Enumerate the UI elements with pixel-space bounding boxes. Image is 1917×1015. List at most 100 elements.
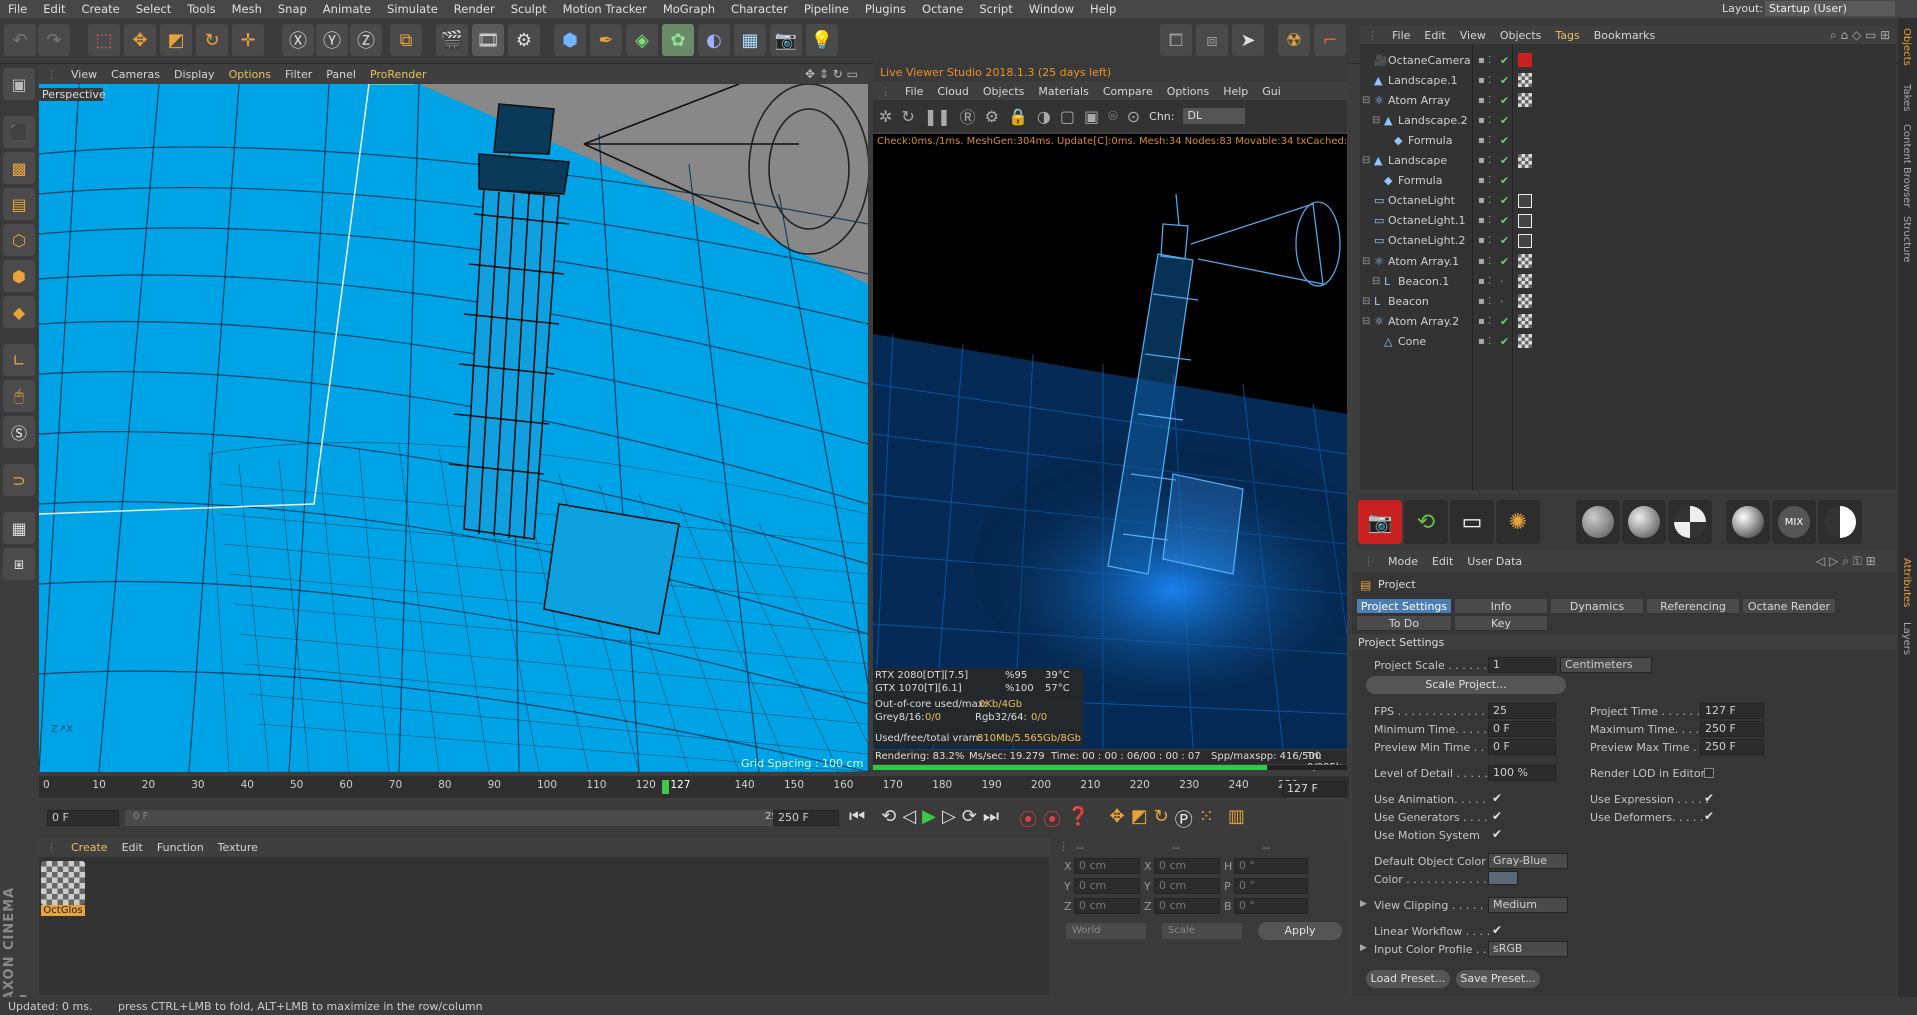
lv-menu-options[interactable]: Options (1160, 85, 1216, 98)
object-name[interactable]: Formula (1398, 174, 1442, 187)
view-clipping-expand-icon[interactable]: ▶ (1360, 899, 1367, 909)
use-motion-checkbox[interactable]: ✔ (1492, 827, 1502, 841)
object-row[interactable]: ⊟ ▲ Landscape.2 ▪ ⁚ ✔ (1360, 110, 1896, 130)
fps-field[interactable]: 25 (1488, 703, 1556, 719)
menu-file[interactable]: File (0, 0, 35, 18)
menu-window[interactable]: Window (1021, 0, 1082, 18)
menu-octane[interactable]: Octane (914, 0, 971, 18)
max-time-field[interactable]: 250 F (1700, 721, 1764, 737)
object-name[interactable]: OctaneLight.2 (1388, 234, 1465, 247)
octane-camera-icon[interactable]: 📷 (1358, 500, 1402, 544)
visibility-icon[interactable]: ▪ ⁚ (1478, 296, 1491, 307)
tag-icon[interactable] (1518, 213, 1532, 228)
visibility-icon[interactable]: ▪ ⁚ (1478, 55, 1491, 66)
tag-icon[interactable] (1518, 93, 1532, 108)
material-thumbnail[interactable] (41, 861, 85, 905)
object-row[interactable]: △ Cone ▪ ⁚ ✔ (1360, 331, 1896, 351)
workplane-icon[interactable]: ⧈ (1196, 24, 1228, 56)
scale-icon[interactable]: ◩ (160, 24, 192, 56)
enabled-check-icon[interactable]: ✔ (1500, 315, 1509, 328)
visibility-icon[interactable]: ▪ ⁚ (1478, 115, 1491, 126)
tag-icon[interactable] (1518, 334, 1532, 349)
keyframe-selection-icon[interactable]: ❓ (1067, 806, 1089, 832)
menu-mesh[interactable]: Mesh (224, 0, 270, 18)
obj-menu-objects[interactable]: Objects (1493, 29, 1549, 42)
coord-value-field[interactable]: 0 ° (1234, 878, 1308, 894)
tab-dynamics[interactable]: Dynamics (1550, 598, 1644, 614)
obj-menu-edit[interactable]: Edit (1417, 29, 1452, 42)
cursor-icon[interactable]: ➤ (1232, 24, 1264, 56)
timeline-ruler[interactable]: 0 10 20 30 40 50 60 70 80 90 100 110 120 127 140 150 160… (39, 776, 1349, 798)
object-name[interactable]: OctaneCamera (1388, 54, 1471, 67)
menu-character[interactable]: Character (723, 0, 796, 18)
tree-expand-icon[interactable]: ⊟ (1362, 155, 1370, 166)
object-row[interactable]: ▭ OctaneLight ▪ ⁚ ✔ (1360, 191, 1896, 211)
key-rotation-icon[interactable]: ↻ (1154, 806, 1169, 832)
specular-material-icon[interactable] (1668, 500, 1712, 544)
tag-icon[interactable] (1518, 314, 1532, 329)
menu-motion-tracker[interactable]: Motion Tracker (555, 0, 655, 18)
mograph-cloner-icon[interactable]: ✿ (662, 24, 694, 56)
render-settings-icon[interactable]: ⚙ (508, 24, 540, 56)
current-frame-field[interactable]: 127 F (1282, 781, 1346, 797)
object-row[interactable]: 🎥 OctaneCamera ▪ ⁚ ✔ (1360, 50, 1896, 70)
enabled-check-icon[interactable]: ✔ (1500, 234, 1509, 247)
mat-menu-edit[interactable]: Edit (115, 841, 150, 854)
tab-project-settings[interactable]: Project Settings (1356, 598, 1452, 614)
coord-value-field[interactable]: 0 cm (1074, 878, 1140, 894)
visibility-icon[interactable]: ▪ ⁚ (1478, 336, 1491, 347)
menu-help[interactable]: Help (1082, 0, 1124, 18)
lv-chn-select[interactable]: DL (1183, 108, 1246, 124)
object-row[interactable]: ▲ Landscape.1 ▪ ⁚ ✔ (1360, 70, 1896, 90)
object-row[interactable]: ⊟ L Beacon ▪ ⁚ · (1360, 291, 1896, 311)
preview-range-slider[interactable]: 0 F 250 F (125, 810, 805, 826)
coord-value-field[interactable]: 0 ° (1234, 858, 1308, 874)
play-icon[interactable]: ▶ (922, 806, 936, 832)
goto-start-icon[interactable]: ⏮ (849, 806, 865, 832)
object-name[interactable]: OctaneLight.1 (1388, 214, 1465, 227)
transform-icon[interactable]: ✛ (232, 24, 264, 56)
attr-menu-userdata[interactable]: User Data (1460, 555, 1529, 568)
mat-menu-function[interactable]: Function (150, 841, 211, 854)
project-time-field[interactable]: 127 F (1700, 703, 1764, 719)
enabled-check-icon[interactable]: · (1500, 295, 1504, 308)
mix-material-icon[interactable]: MIX (1772, 500, 1816, 544)
autokey-icon[interactable]: ⦿ (1043, 806, 1061, 832)
righttab-attributes[interactable]: Attributes (1901, 558, 1912, 607)
tag-icon[interactable] (1518, 193, 1532, 208)
render-lod-checkbox[interactable] (1704, 768, 1714, 778)
edges-mode-icon[interactable]: ⬢ (3, 260, 35, 292)
axis-gizmo-icon[interactable]: ⌐ (1314, 24, 1346, 56)
vp-menu-options[interactable]: Options (222, 68, 278, 81)
object-name[interactable]: Beacon.1 (1398, 275, 1449, 288)
coord-value-field[interactable]: 0 ° (1234, 898, 1308, 914)
viewport-nav-icons[interactable]: ✥ ⇕ ↻ ▭ (805, 67, 858, 81)
octane-vdb-icon[interactable]: ✺ (1496, 500, 1540, 544)
object-name[interactable]: Beacon (1388, 295, 1429, 308)
polygons-mode-icon[interactable]: ◆ (3, 296, 35, 328)
key-pla-icon[interactable]: ⁙ (1199, 806, 1214, 832)
righttab-structure[interactable]: Structure (1901, 216, 1912, 263)
save-preset-button[interactable]: Save Preset... (1456, 970, 1540, 988)
axis-mode-icon[interactable]: ∟ (3, 344, 35, 376)
coord-scale-select[interactable]: Scale (1162, 923, 1242, 939)
menu-plugins[interactable]: Plugins (857, 0, 914, 18)
live-selection-icon[interactable]: ⬚ (88, 24, 120, 56)
vp-menu-cameras[interactable]: Cameras (104, 68, 167, 81)
glossy-material-icon[interactable] (1622, 500, 1666, 544)
vp-menu-view[interactable]: View (64, 68, 104, 81)
load-preset-button[interactable]: Load Preset... (1366, 970, 1450, 988)
menu-tools[interactable]: Tools (179, 0, 223, 18)
menu-animate[interactable]: Animate (315, 0, 379, 18)
rotate-icon[interactable]: ↻ (196, 24, 228, 56)
obj-menu-tags[interactable]: Tags (1548, 29, 1586, 42)
undo-icon[interactable]: ↶ (4, 24, 36, 56)
object-name[interactable]: Formula (1408, 134, 1452, 147)
object-name[interactable]: Atom Array.1 (1388, 255, 1459, 268)
lv-menu-help[interactable]: Help (1216, 85, 1255, 98)
coord-value-field[interactable]: 0 cm (1154, 898, 1220, 914)
object-name[interactable]: Atom Array.2 (1388, 315, 1459, 328)
texture-mode-icon[interactable]: ▩ (3, 152, 35, 184)
vp-menu-panel[interactable]: Panel (319, 68, 363, 81)
lv-film-region-icon[interactable]: ▣ (1084, 107, 1099, 126)
